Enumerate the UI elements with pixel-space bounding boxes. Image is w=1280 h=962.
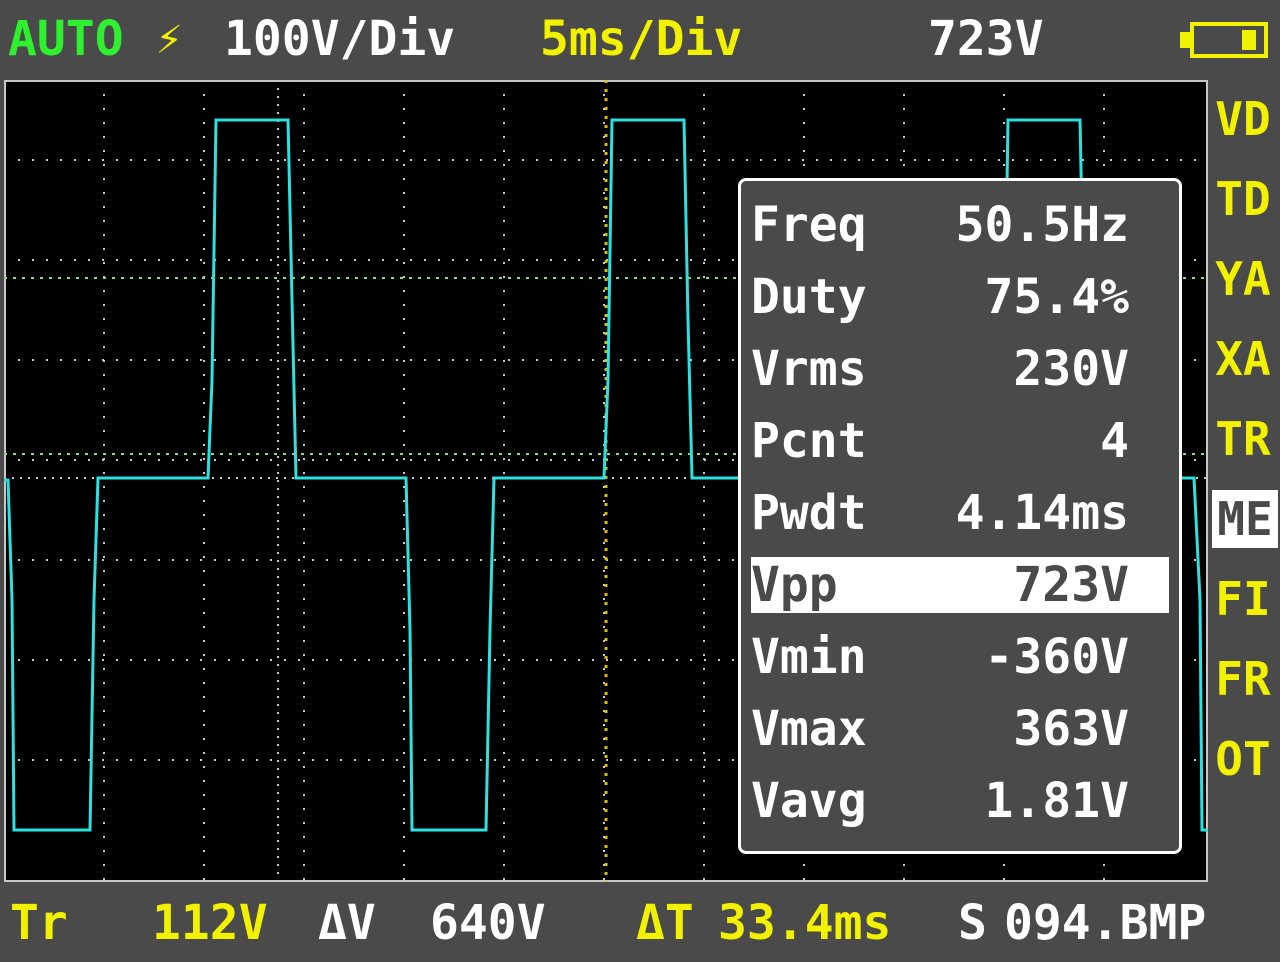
menu-item-td[interactable]: TD (1210, 170, 1276, 228)
measurement-label: Vrms (751, 341, 867, 397)
measurement-row-vmax[interactable]: Vmax 363V (751, 701, 1169, 757)
save-filename[interactable]: 094.BMP (1004, 884, 1206, 962)
measurement-value: 75.4% (984, 269, 1130, 325)
measurement-value: -360V (984, 629, 1130, 685)
menu-item-fr[interactable]: FR (1210, 650, 1276, 708)
trigger-mode[interactable]: AUTO (8, 0, 124, 78)
menu-item-me[interactable]: ME (1212, 490, 1278, 548)
measurement-row-pwdt[interactable]: Pwdt 4.14ms (751, 485, 1169, 541)
measurement-label: Pwdt (751, 485, 867, 541)
status-bar: AUTO ⚡︎ 100V/Div 5ms/Div 723V (0, 0, 1280, 78)
vpp-readout: 723V (928, 11, 1044, 67)
measurement-row-pcnt[interactable]: Pcnt 4 (751, 413, 1169, 469)
measurement-row-vpp[interactable]: Vpp 723V (751, 557, 1169, 613)
measurement-row-vrms[interactable]: Vrms 230V (751, 341, 1169, 397)
measurement-value: 230V (1013, 341, 1129, 397)
delta-t-value: 33.4ms (718, 895, 892, 951)
measurement-label: Pcnt (751, 413, 867, 469)
delta-v-label: ΔV (318, 895, 376, 951)
delta-v-value: 640V (430, 895, 546, 951)
menu-item-ot[interactable]: OT (1210, 730, 1276, 788)
menu-item-ya[interactable]: YA (1210, 250, 1276, 308)
measurement-value: 50.5Hz (955, 197, 1129, 253)
measurement-value: 4 (1100, 413, 1129, 469)
trigger-label: Tr (10, 895, 68, 951)
measurement-label: Vmax (751, 701, 867, 757)
menu-item-xa[interactable]: XA (1210, 330, 1276, 388)
save-label: S (958, 895, 987, 951)
volts-per-div[interactable]: 100V/Div (224, 0, 455, 78)
trigger-edge-icon[interactable]: ⚡︎ (156, 0, 183, 78)
measurement-row-vmin[interactable]: Vmin -360V (751, 629, 1169, 685)
menu-item-tr[interactable]: TR (1210, 410, 1276, 468)
measurement-value: 1.81V (984, 773, 1130, 829)
measurement-value: 4.14ms (955, 485, 1129, 541)
measurement-row-duty[interactable]: Duty 75.4% (751, 269, 1169, 325)
delta-t-label: ΔT (636, 895, 694, 951)
battery-icon (1180, 22, 1268, 58)
menu-item-vd[interactable]: VD (1210, 90, 1276, 148)
menu-item-fi[interactable]: FI (1210, 570, 1276, 628)
measurement-label: Vmin (751, 629, 867, 685)
measurement-row-freq[interactable]: Freq 50.5Hz (751, 197, 1169, 253)
measurement-label: Duty (751, 269, 867, 325)
bottom-bar: Tr 112V ΔV 640V ΔT 33.4ms S 094.BMP (0, 884, 1280, 962)
measurement-panel: Freq 50.5Hz Duty 75.4% Vrms 230V Pcnt 4 Pwdt 4.14… (738, 178, 1182, 854)
time-per-div[interactable]: 5ms/Div (540, 0, 742, 78)
measurement-value: 363V (1013, 701, 1129, 757)
measurement-label: Freq (751, 197, 867, 253)
measurement-label: Vpp (751, 557, 838, 613)
measurement-label: Vavg (751, 773, 867, 829)
measurement-row-vavg[interactable]: Vavg 1.81V (751, 773, 1169, 829)
trigger-level[interactable]: 112V (152, 884, 268, 962)
measurement-value: 723V (1013, 557, 1129, 613)
